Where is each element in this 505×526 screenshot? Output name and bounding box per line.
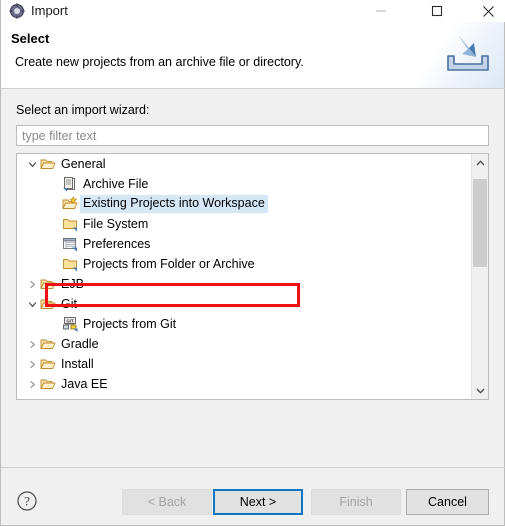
- tree-item-label: EJB: [61, 276, 84, 291]
- tree-item[interactable]: File System: [17, 214, 471, 234]
- chevron-right-icon[interactable]: [24, 334, 40, 354]
- tree-item[interactable]: General: [17, 154, 471, 174]
- back-button[interactable]: < Back: [122, 489, 212, 515]
- folder-icon: [62, 256, 78, 272]
- close-icon[interactable]: [465, 0, 505, 22]
- tree-vertical-scrollbar[interactable]: [471, 154, 488, 399]
- tree-item-label: Java EE: [61, 376, 108, 391]
- folder-open-icon: [40, 156, 56, 172]
- import-banner-icon: [414, 22, 504, 88]
- folder-open-icon: [40, 376, 56, 392]
- tree-item[interactable]: EJB: [17, 274, 471, 294]
- import-wizard-icon: [9, 3, 25, 19]
- chevron-up-icon[interactable]: [472, 154, 488, 171]
- minimize-icon[interactable]: [358, 0, 404, 22]
- tree-item-label: General: [61, 156, 106, 171]
- tree-item-label: File System: [83, 216, 149, 231]
- chevron-down-icon[interactable]: [24, 294, 40, 314]
- tree-item[interactable]: Archive File: [17, 174, 471, 194]
- chevron-down-icon[interactable]: [24, 154, 40, 174]
- tree-item-label: Maven: [61, 397, 99, 400]
- cancel-button[interactable]: Cancel: [406, 489, 489, 515]
- chevron-right-icon[interactable]: [24, 374, 40, 394]
- wizard-tree[interactable]: General Archive File Existing Projects int…: [16, 153, 489, 400]
- svg-text:?: ?: [24, 494, 30, 509]
- tree-item[interactable]: Install: [17, 354, 471, 374]
- wizard-list-label: Select an import wizard:: [16, 103, 150, 117]
- page-title: Select: [11, 31, 50, 46]
- archive-file-icon: [62, 176, 78, 192]
- chevron-right-icon[interactable]: [24, 354, 40, 374]
- tree-item[interactable]: GIT Projects from Git: [17, 314, 471, 334]
- tree-item[interactable]: Java EE: [17, 374, 471, 394]
- folder-open-icon: [40, 336, 56, 352]
- git-icon: GIT: [62, 316, 78, 332]
- tree-item-label: Archive File: [83, 176, 149, 191]
- window-title: Import: [31, 3, 68, 18]
- chevron-down-icon[interactable]: [472, 382, 488, 399]
- maximize-icon[interactable]: [414, 0, 460, 22]
- folder-icon: [62, 216, 78, 232]
- next-button[interactable]: Next >: [213, 489, 303, 515]
- tree-item[interactable]: Preferences: [17, 234, 471, 254]
- tree-item-label: Gradle: [61, 336, 99, 351]
- tree-item[interactable]: Maven: [17, 394, 471, 400]
- tree-item[interactable]: Git: [17, 294, 471, 314]
- folder-open-icon: [40, 396, 56, 399]
- help-icon[interactable]: ?: [16, 490, 38, 512]
- projects-import-icon: [62, 196, 78, 212]
- dialog-footer: ? < Back Next > Finish Cancel: [1, 468, 504, 525]
- tree-item-label: Preferences: [83, 236, 151, 251]
- wizard-header: Select Create new projects from an archi…: [1, 22, 504, 88]
- tree-item[interactable]: Projects from Folder or Archive: [17, 254, 471, 274]
- import-wizard-dialog: Import Select Create new projects from a…: [0, 0, 505, 526]
- title-bar: Import: [1, 0, 505, 22]
- chevron-right-icon[interactable]: [24, 394, 40, 399]
- tree-item[interactable]: Gradle: [17, 334, 471, 354]
- tree-viewport: General Archive File Existing Projects int…: [17, 154, 471, 399]
- dialog-body: Select an import wizard: General Archive …: [1, 89, 504, 467]
- tree-item-label: Install: [61, 356, 94, 371]
- filter-input[interactable]: [16, 125, 489, 146]
- tree-item-label: Projects from Folder or Archive: [83, 256, 255, 271]
- tree-item[interactable]: Existing Projects into Workspace: [17, 194, 471, 214]
- scrollbar-thumb[interactable]: [473, 179, 487, 267]
- chevron-right-icon[interactable]: [24, 274, 40, 294]
- folder-open-icon: [40, 296, 56, 312]
- tree-item-label: Projects from Git: [83, 316, 177, 331]
- tree-item-label: Git: [61, 296, 77, 311]
- page-description: Create new projects from an archive file…: [15, 55, 304, 69]
- tree-item-label: Existing Projects into Workspace: [80, 195, 268, 213]
- finish-button[interactable]: Finish: [311, 489, 401, 515]
- folder-open-icon: [40, 276, 56, 292]
- preferences-icon: [62, 236, 78, 252]
- svg-text:GIT: GIT: [66, 318, 74, 323]
- folder-open-icon: [40, 356, 56, 372]
